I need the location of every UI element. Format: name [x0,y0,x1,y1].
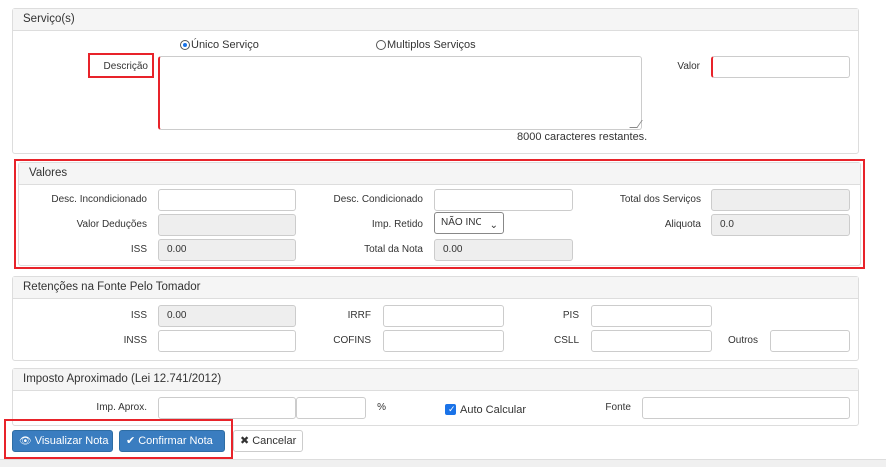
fonte-input[interactable] [642,397,850,419]
imp-aprox-label: Imp. Aprox. [96,402,147,413]
percent-label: % [377,402,386,413]
total-servicos-input [711,189,850,211]
auto-calcular-checkbox[interactable]: ✓ [445,404,456,415]
valor-deducoes-label: Valor Deduções [76,219,147,230]
chevron-down-icon: ⌄ [489,220,498,231]
aliquota-input: 0.0 [711,214,850,236]
pis-label: PIS [562,310,579,321]
irrf-label: IRRF [347,310,371,321]
valor-deducoes-input [158,214,296,236]
confirmar-nota-button[interactable]: ✔ Confirmar Nota [119,430,225,452]
fonte-label: Fonte [605,402,631,413]
csll-input[interactable] [591,330,712,352]
cofins-label: COFINS [333,335,371,346]
descricao-label: Descrição [103,61,148,72]
radio-unico-servico[interactable] [180,40,190,50]
aliquota-label: Aliquota [664,219,701,230]
horizontal-scrollbar[interactable] [0,459,886,467]
auto-calcular-label[interactable]: Auto Calcular [460,404,526,416]
iss-label: ISS [130,244,147,255]
imposto-panel-title: Imposto Aproximado (Lei 12.741/2012) [13,369,858,391]
close-icon: ✖ [240,435,250,447]
radio-unico-servico-label[interactable]: Único Serviço [191,39,259,51]
valores-panel-title: Valores [19,163,860,185]
confirmar-nota-label: Confirmar Nota [138,435,213,447]
imp-retido-selected: NÃO INC [441,217,481,228]
radio-multiplos-servicos[interactable] [376,40,386,50]
servicos-panel-title: Serviço(s) [13,9,858,31]
pis-input[interactable] [591,305,712,327]
eye-icon: 👁 [19,436,32,447]
desc-condicionado-input[interactable] [434,189,573,211]
desc-incondicionado-label: Desc. Incondicionado [51,194,147,205]
outros-input[interactable] [770,330,850,352]
check-icon: ✔ [126,435,136,447]
ret-iss-label: ISS [130,310,147,321]
retencoes-panel-title: Retenções na Fonte Pelo Tomador [13,277,858,299]
imp-aprox-percent-input[interactable] [296,397,366,419]
desc-condicionado-label: Desc. Condicionado [333,194,424,205]
iss-input: 0.00 [158,239,296,261]
ret-iss-input: 0.00 [158,305,296,327]
imp-retido-select[interactable]: NÃO INC ⌄ [434,212,504,234]
imp-retido-label: Imp. Retido [371,219,423,230]
descricao-textarea[interactable] [158,56,642,130]
valor-input[interactable] [711,56,850,78]
radio-multiplos-servicos-label[interactable]: Multiplos Serviços [387,39,476,51]
total-servicos-label: Total dos Serviços [619,194,701,205]
inss-input[interactable] [158,330,296,352]
chars-remaining: 8000 caracteres restantes. [517,131,648,143]
cancelar-button[interactable]: ✖ Cancelar [233,430,303,452]
visualizar-nota-label: Visualizar Nota [34,435,109,447]
csll-label: CSLL [553,335,579,346]
valor-label: Valor [677,61,700,72]
inss-label: INSS [123,335,147,346]
desc-incondicionado-input[interactable] [158,189,296,211]
checkmark-icon: ✓ [448,404,456,414]
cofins-input[interactable] [383,330,504,352]
total-nota-input: 0.00 [434,239,573,261]
total-nota-label: Total da Nota [364,244,423,255]
irrf-input[interactable] [383,305,504,327]
imp-aprox-input[interactable] [158,397,296,419]
cancelar-label: Cancelar [252,435,297,447]
outros-label: Outros [727,335,758,346]
visualizar-nota-button[interactable]: 👁 Visualizar Nota [12,430,113,452]
